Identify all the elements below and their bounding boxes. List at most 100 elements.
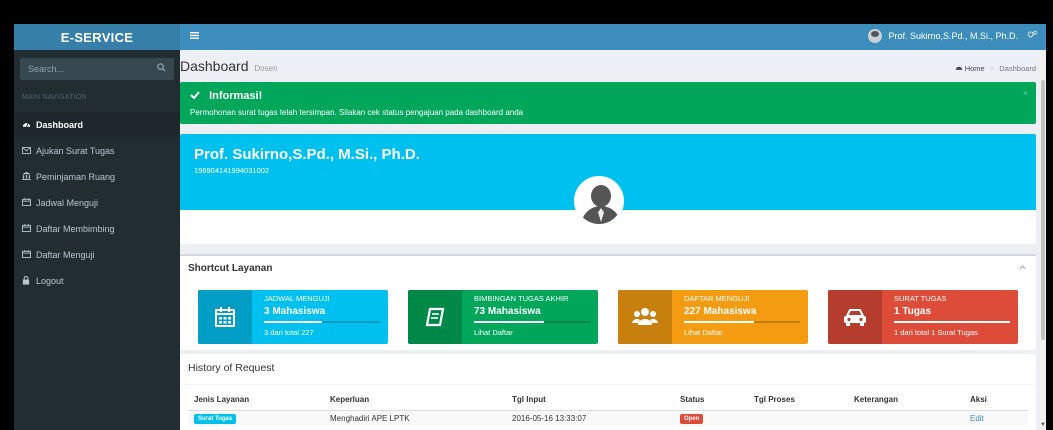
tile-label: BIMBINGAN TUGAS AKHIR [474,294,569,303]
column-header: Keperluan [324,390,506,411]
cell-tgl-proses [748,410,848,426]
dashboard-icon [955,64,965,73]
sidebar-item-daftar-membimbing[interactable]: Daftar Membimbing [14,216,180,242]
search-input[interactable] [28,64,157,74]
envelope-icon [22,146,36,156]
close-icon[interactable]: × [1023,88,1028,98]
cell-status: Open [674,410,748,426]
tile-progress [264,321,380,323]
table-header-row: Jenis Layanan Keperluan Tgl Input Status… [188,390,1028,411]
tile-progress-fill [894,321,1010,323]
tile-surat-tugas[interactable]: SURAT TUGAS 1 Tugas 1 dari total 1 Surat… [828,290,1018,344]
cell-jenis: Surat Tugas [188,410,324,426]
column-header: Tgl Input [506,390,674,411]
cell-keterangan [848,410,964,426]
sidebar-item-peminjaman-ruang[interactable]: Peminjaman Ruang [14,164,180,190]
lock-icon [22,275,36,287]
sidebar-item-label: Dashboard [36,120,84,130]
calendar-icon [22,198,36,208]
tile-value: 1 Tugas [894,306,932,317]
profile-header: Prof. Sukirno,S.Pd., M.Si., Ph.D. 196904… [180,134,1036,226]
nav-header: MAIN NAVIGATION [22,94,87,101]
success-alert: Informasi! Permohonan surat tugas telah … [180,82,1036,124]
edit-link[interactable]: Edit [970,414,984,423]
tile-desc: 1 dari total 1 Surat Tugas [894,328,978,337]
table-row: Surat Tugas Menghadiri APE LPTK 2016-05-… [188,410,1028,426]
column-header: Keterangan [848,390,964,411]
alert-message: Permohonan surat tugas telah tersimpan. … [190,108,524,117]
sidebar-item-dashboard[interactable]: Dashboard [14,112,180,138]
scroll-down-icon[interactable]: ▼ [1040,422,1046,430]
tile-progress [474,321,590,323]
tile-label: JADWAL MENGUJI [264,294,330,303]
alert-title: Informasi! [190,90,262,102]
breadcrumb-home[interactable]: Home [965,64,985,73]
profile-card: Prof. Sukirno,S.Pd., M.Si., Ph.D. 196904… [180,134,1036,244]
sidebar-search [20,58,174,80]
avatar-head [591,185,611,207]
page-title-text: Dashboard [180,58,249,74]
avatar [574,176,624,226]
column-header: Tgl Proses [748,390,848,411]
dashboard-icon [22,120,36,130]
service-badge: Surat Tugas [194,413,237,424]
scrollbar[interactable]: ▼ [1040,50,1046,430]
user-menu[interactable]: Prof. Sukirno,S.Pd., M.Si., Ph.D. [868,29,1018,43]
tile-bimbingan-tugas-akhir[interactable]: BIMBINGAN TUGAS AKHIR 73 Mahasiswa Lihat… [408,290,598,344]
profile-nip: 196904141994031002 [194,166,270,175]
users-icon [618,290,672,344]
hamburger-icon[interactable] [190,30,199,42]
history-table: Jenis Layanan Keperluan Tgl Input Status… [188,390,1028,426]
alert-title-text: Informasi! [209,90,263,102]
scrollbar-thumb[interactable] [1041,80,1045,340]
sidebar-item-daftar-menguji[interactable]: Daftar Menguji [14,242,180,268]
search-icon[interactable] [157,63,166,75]
main-content: Dashboard Dosen Home > Dashboard Informa… [180,50,1046,430]
chevron-up-icon[interactable] [1019,263,1026,272]
cell-aksi: Edit [964,410,1028,426]
tile-desc: Lihat Daftar [474,328,513,337]
cell-keperluan: Menghadiri APE LPTK [324,410,506,426]
calendar-icon [198,290,252,344]
book-icon [408,290,462,344]
column-header: Jenis Layanan [188,390,324,411]
tile-progress [894,321,1010,323]
tile-jadwal-menguji[interactable]: JADWAL MENGUJI 3 Mahasiswa 3 dari total … [198,290,388,344]
history-title: History of Request [188,362,275,374]
tile-value: 227 Mahasiswa [684,306,757,317]
sidebar-item-label: Daftar Menguji [36,250,95,260]
calendar-icon [22,250,36,260]
sidebar-item-label: Ajukan Surat Tugas [36,146,115,156]
sidebar-item-label: Daftar Membimbing [36,224,115,234]
tile-label: SURAT TUGAS [894,294,947,303]
column-header: Status [674,390,748,411]
tile-value: 3 Mahasiswa [264,306,326,317]
sidebar-item-label: Logout [36,276,64,286]
bank-icon [22,172,36,182]
app-window: E-SERVICE MAIN NAVIGATION Dashboard Ajuk… [14,24,1046,430]
sidebar-item-ajukan-surat-tugas[interactable]: Ajukan Surat Tugas [14,138,180,164]
sidebar: E-SERVICE MAIN NAVIGATION Dashboard Ajuk… [14,24,180,430]
gears-icon[interactable] [1027,30,1038,42]
shortcut-title: Shortcut Layanan [188,263,273,274]
shortcut-box: Shortcut Layanan JADWAL MENGUJI 3 Mahasi… [180,254,1036,350]
tile-daftar-menguji[interactable]: DAFTAR MENGUJI 227 Mahasiswa Lihat Dafta… [618,290,808,344]
sidebar-item-label: Peminjaman Ruang [36,172,116,182]
sidebar-item-jadwal-menguji[interactable]: Jadwal Menguji [14,190,180,216]
breadcrumb-current: Dashboard [999,64,1036,73]
sidebar-item-label: Jadwal Menguji [36,198,99,208]
tile-value: 73 Mahasiswa [474,306,541,317]
calendar-icon [22,224,36,234]
brand-logo[interactable]: E-SERVICE [14,24,180,50]
tile-label: DAFTAR MENGUJI [684,294,750,303]
top-navbar: Prof. Sukirno,S.Pd., M.Si., Ph.D. [180,24,1046,50]
page-title: Dashboard Dosen [180,58,278,74]
tile-progress-fill [684,321,754,323]
profile-name: Prof. Sukirno,S.Pd., M.Si., Ph.D. [194,146,420,163]
tile-desc: Lihat Daftar [684,328,723,337]
column-header: Aksi [964,390,1028,411]
car-icon [828,290,882,344]
sidebar-item-logout[interactable]: Logout [14,268,180,294]
tile-progress-fill [264,321,322,323]
divider [180,384,1036,385]
